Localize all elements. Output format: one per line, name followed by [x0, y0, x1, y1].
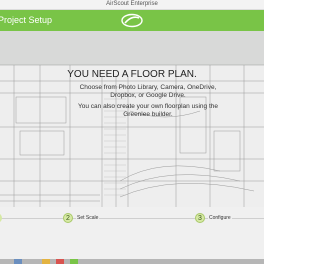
builder-option-text: You can also create your own floorplan u…: [78, 103, 218, 118]
floor-plan-instructions: Choose from Photo Library, Camera, OneDr…: [78, 84, 218, 122]
window-title-bar: AirScout Enterprise: [0, 0, 264, 10]
app-logo-icon: [121, 13, 143, 28]
step-number-badge: 3: [195, 213, 205, 223]
source-options-text: Choose from Photo Library, Camera, OneDr…: [79, 84, 217, 99]
taskbar-app-icon[interactable]: [14, 259, 22, 264]
step-set-scale[interactable]: 2 Set Scale: [63, 213, 123, 223]
folder-icon[interactable]: [42, 259, 50, 264]
airscout-icon[interactable]: [70, 259, 78, 264]
step-configure[interactable]: 3 Configure: [195, 213, 255, 223]
step-label: Configure: [208, 214, 232, 222]
floor-plan-headline: YOU NEED A FLOOR PLAN.: [67, 69, 197, 80]
step-number-badge: 2: [63, 213, 73, 223]
page-title: Project Setup: [0, 15, 53, 25]
step-label: Set Scale: [76, 214, 100, 222]
window-title: AirScout Enterprise: [106, 1, 158, 7]
browser-icon[interactable]: [56, 259, 64, 264]
taskbar: [0, 259, 264, 264]
app-header: Project Setup: [0, 10, 264, 31]
